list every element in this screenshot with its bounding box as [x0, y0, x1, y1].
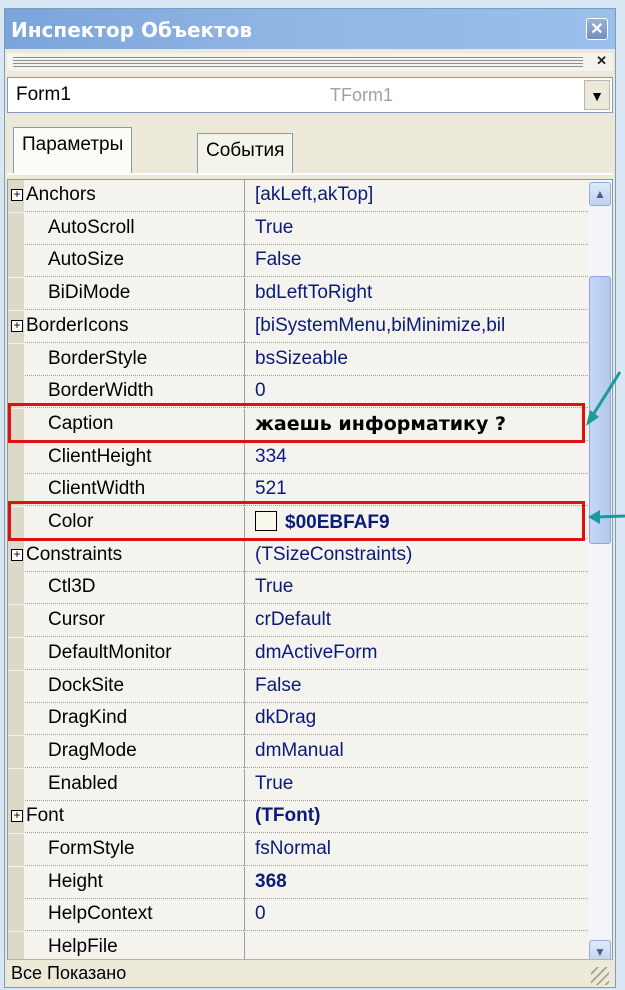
annotation-arrows: [586, 371, 625, 524]
color-arrow-icon: [588, 510, 625, 524]
caption-arrow-icon: [586, 371, 622, 426]
